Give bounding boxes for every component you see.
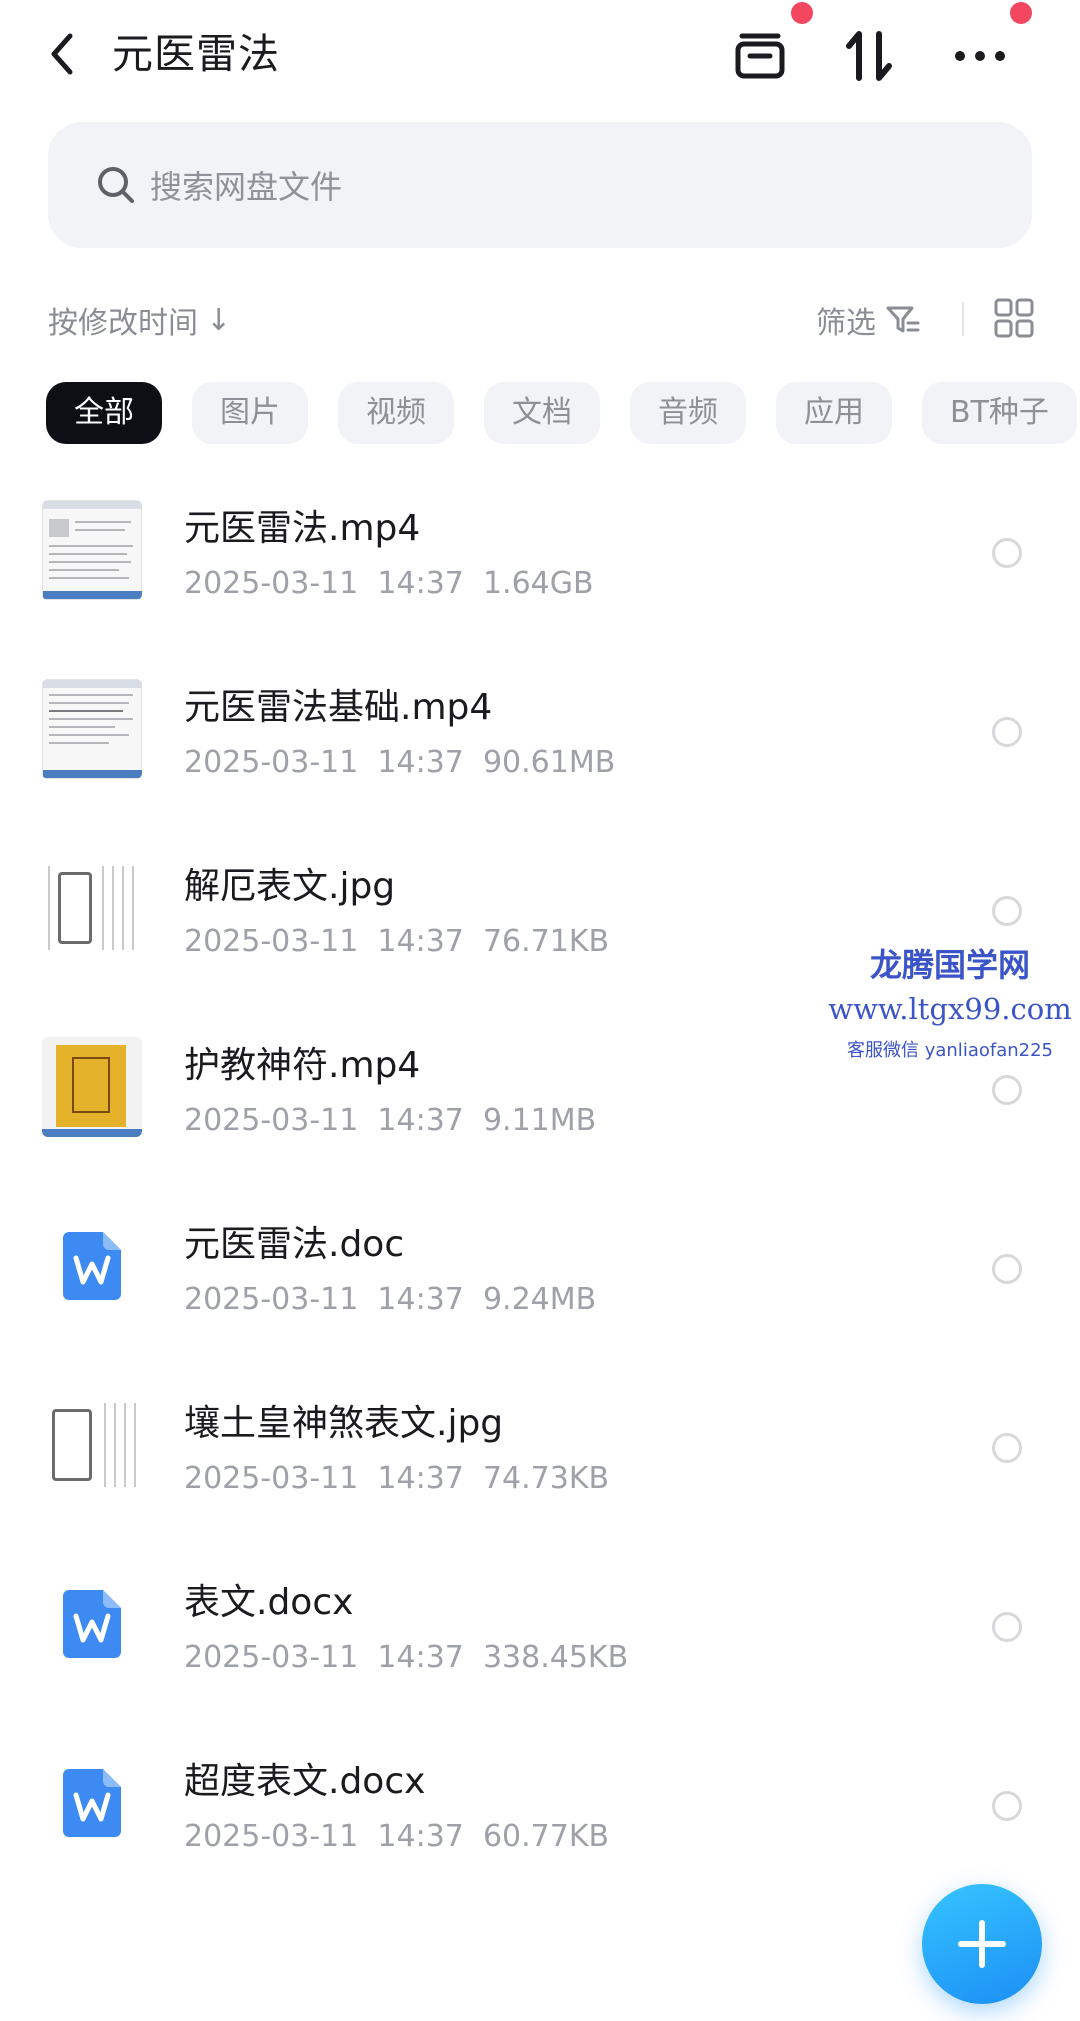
file-date: 2025-03-11 14:37 — [184, 1103, 464, 1138]
list-item[interactable]: 超度表文.docx 2025-03-11 14:37 60.77KB — [0, 1737, 1080, 1916]
more-dots-icon — [955, 51, 1005, 61]
select-radio[interactable] — [992, 1791, 1022, 1821]
notification-badge — [1010, 2, 1032, 24]
file-name: 元医雷法.mp4 — [184, 508, 421, 549]
grid-view-button[interactable] — [994, 298, 1034, 338]
divider — [962, 302, 964, 336]
image-thumbnail — [42, 1395, 142, 1495]
watermark-title: 龙腾国学网 — [869, 946, 1030, 984]
file-meta: 2025-03-11 14:37 9.24MB — [184, 1278, 596, 1322]
watermark-url: www.ltgx99.com — [828, 992, 1072, 1026]
tab-images[interactable]: 图片 — [192, 382, 308, 444]
sort-direction-icon: ↓ — [206, 302, 232, 338]
file-date: 2025-03-11 14:37 — [184, 1461, 464, 1496]
file-size: 76.71KB — [482, 924, 610, 959]
filter-label: 筛选 — [816, 306, 876, 341]
back-button[interactable] — [42, 28, 82, 80]
file-meta: 2025-03-11 14:37 60.77KB — [184, 1815, 609, 1859]
file-date: 2025-03-11 14:37 — [184, 745, 464, 780]
file-size: 9.24MB — [482, 1282, 597, 1317]
video-thumbnail — [42, 1037, 142, 1137]
transfer-button[interactable] — [838, 24, 902, 88]
watermark: 龙腾国学网 www.ltgx99.com 客服微信 yanliaofan225 — [820, 940, 1080, 1062]
file-meta: 2025-03-11 14:37 74.73KB — [184, 1457, 609, 1501]
word-doc-icon — [42, 1574, 142, 1674]
plus-icon — [958, 1920, 1006, 1968]
tab-all[interactable]: 全部 — [46, 382, 162, 444]
file-name: 元医雷法.doc — [184, 1224, 405, 1265]
tab-documents[interactable]: 文档 — [484, 382, 600, 444]
file-size: 90.61MB — [482, 745, 616, 780]
tab-apps[interactable]: 应用 — [776, 382, 892, 444]
file-name: 超度表文.docx — [184, 1761, 426, 1802]
select-radio[interactable] — [992, 896, 1022, 926]
list-item[interactable]: 元医雷法.doc 2025-03-11 14:37 9.24MB — [0, 1200, 1080, 1379]
file-size: 338.45KB — [482, 1640, 629, 1675]
category-tabs: 全部 图片 视频 文档 音频 应用 BT种子 — [46, 382, 1077, 444]
file-meta: 2025-03-11 14:37 9.11MB — [184, 1099, 596, 1143]
list-item[interactable]: 元医雷法.mp4 2025-03-11 14:37 1.64GB — [0, 484, 1080, 663]
file-name: 解厄表文.jpg — [184, 866, 396, 907]
watermark-contact: 客服微信 yanliaofan225 — [847, 1040, 1053, 1061]
list-item[interactable]: 壤土皇神煞表文.jpg 2025-03-11 14:37 74.73KB — [0, 1379, 1080, 1558]
filter-icon — [886, 306, 920, 333]
select-radio[interactable] — [992, 717, 1022, 747]
grid-view-icon — [994, 298, 1034, 338]
tab-videos[interactable]: 视频 — [338, 382, 454, 444]
file-name: 护教神符.mp4 — [184, 1045, 421, 1086]
tab-audio[interactable]: 音频 — [630, 382, 746, 444]
archive-button[interactable] — [728, 24, 792, 88]
file-date: 2025-03-11 14:37 — [184, 1282, 464, 1317]
archive-box-icon — [735, 33, 785, 79]
chevron-left-icon — [51, 33, 73, 75]
file-size: 9.11MB — [482, 1103, 597, 1138]
tab-bt-torrents[interactable]: BT种子 — [922, 382, 1077, 444]
filter-button[interactable]: 筛选 — [816, 298, 920, 342]
video-thumbnail — [42, 679, 142, 779]
select-radio[interactable] — [992, 1254, 1022, 1284]
notification-badge — [791, 2, 813, 24]
file-size: 1.64GB — [482, 566, 594, 601]
select-radio[interactable] — [992, 1075, 1022, 1105]
file-name: 壤土皇神煞表文.jpg — [184, 1403, 504, 1444]
list-item[interactable]: 元医雷法基础.mp4 2025-03-11 14:37 90.61MB — [0, 663, 1080, 842]
file-date: 2025-03-11 14:37 — [184, 566, 464, 601]
file-size: 74.73KB — [482, 1461, 610, 1496]
sort-arrows-icon — [846, 31, 892, 81]
add-button[interactable] — [922, 1884, 1042, 2004]
list-item[interactable]: 表文.docx 2025-03-11 14:37 338.45KB — [0, 1558, 1080, 1737]
file-name: 元医雷法基础.mp4 — [184, 687, 493, 728]
word-doc-icon — [42, 1753, 142, 1853]
file-list: 元医雷法.mp4 2025-03-11 14:37 1.64GB 元医雷法基础.… — [0, 484, 1080, 1916]
file-size: 60.77KB — [482, 1819, 610, 1854]
search-input[interactable]: 搜索网盘文件 — [150, 162, 342, 208]
file-date: 2025-03-11 14:37 — [184, 1640, 464, 1675]
video-thumbnail — [42, 500, 142, 600]
file-meta: 2025-03-11 14:37 1.64GB — [184, 562, 594, 606]
sort-label: 按修改时间 — [48, 306, 198, 341]
page-title: 元医雷法 — [112, 30, 280, 78]
sort-by-modified-button[interactable]: 按修改时间 ↓ — [48, 298, 231, 342]
more-button[interactable] — [948, 24, 1012, 88]
word-doc-icon — [42, 1216, 142, 1316]
select-radio[interactable] — [992, 538, 1022, 568]
file-name: 表文.docx — [184, 1582, 354, 1623]
file-meta: 2025-03-11 14:37 90.61MB — [184, 741, 615, 785]
select-radio[interactable] — [992, 1612, 1022, 1642]
file-date: 2025-03-11 14:37 — [184, 1819, 464, 1854]
search-bar[interactable]: 搜索网盘文件 — [48, 122, 1032, 248]
image-thumbnail — [42, 858, 142, 958]
file-meta: 2025-03-11 14:37 338.45KB — [184, 1636, 628, 1680]
top-bar: 元医雷法 — [0, 0, 1080, 110]
search-icon — [94, 163, 138, 207]
select-radio[interactable] — [992, 1433, 1022, 1463]
file-meta: 2025-03-11 14:37 76.71KB — [184, 920, 609, 964]
file-date: 2025-03-11 14:37 — [184, 924, 464, 959]
